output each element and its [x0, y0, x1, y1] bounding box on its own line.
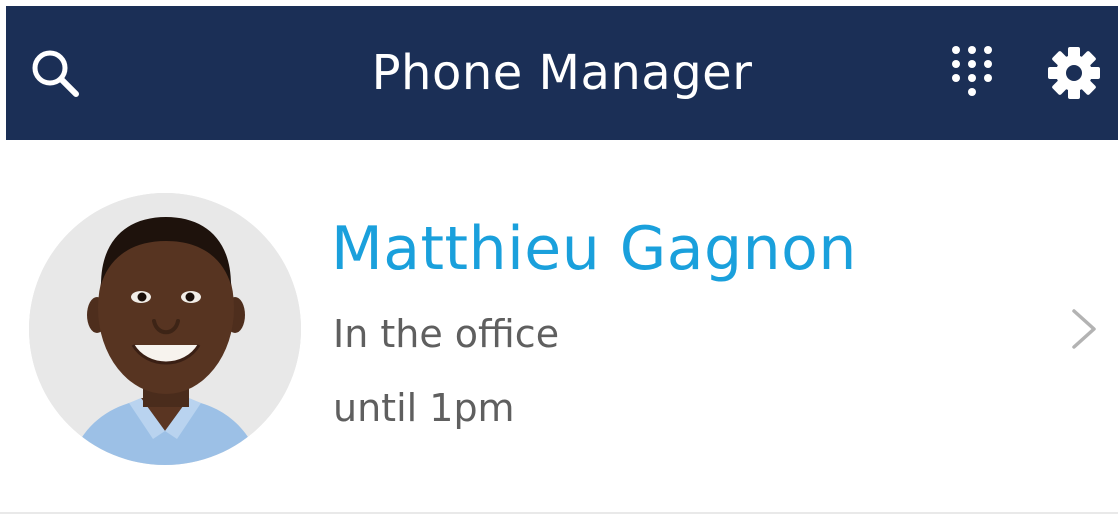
- chevron-right-icon: [1072, 309, 1096, 349]
- phone-manager-screen: Phone Manager Matthieu Gagnon In the off…: [0, 0, 1118, 516]
- contact-row[interactable]: Matthieu Gagnon In the office until 1pm: [0, 140, 1118, 514]
- dialpad-button[interactable]: [936, 6, 1008, 140]
- contact-status: In the office: [333, 312, 560, 356]
- row-divider: [0, 512, 1118, 514]
- app-header: Phone Manager: [6, 6, 1118, 140]
- dialpad-icon: [952, 46, 992, 96]
- avatar: [29, 193, 301, 465]
- contact-name: Matthieu Gagnon: [331, 214, 857, 284]
- search-button[interactable]: [20, 6, 90, 140]
- search-icon: [32, 50, 79, 97]
- gear-icon: [1048, 47, 1100, 99]
- contact-status-until: until 1pm: [333, 386, 515, 430]
- avatar-photo: [29, 193, 301, 465]
- settings-button[interactable]: [1036, 6, 1112, 140]
